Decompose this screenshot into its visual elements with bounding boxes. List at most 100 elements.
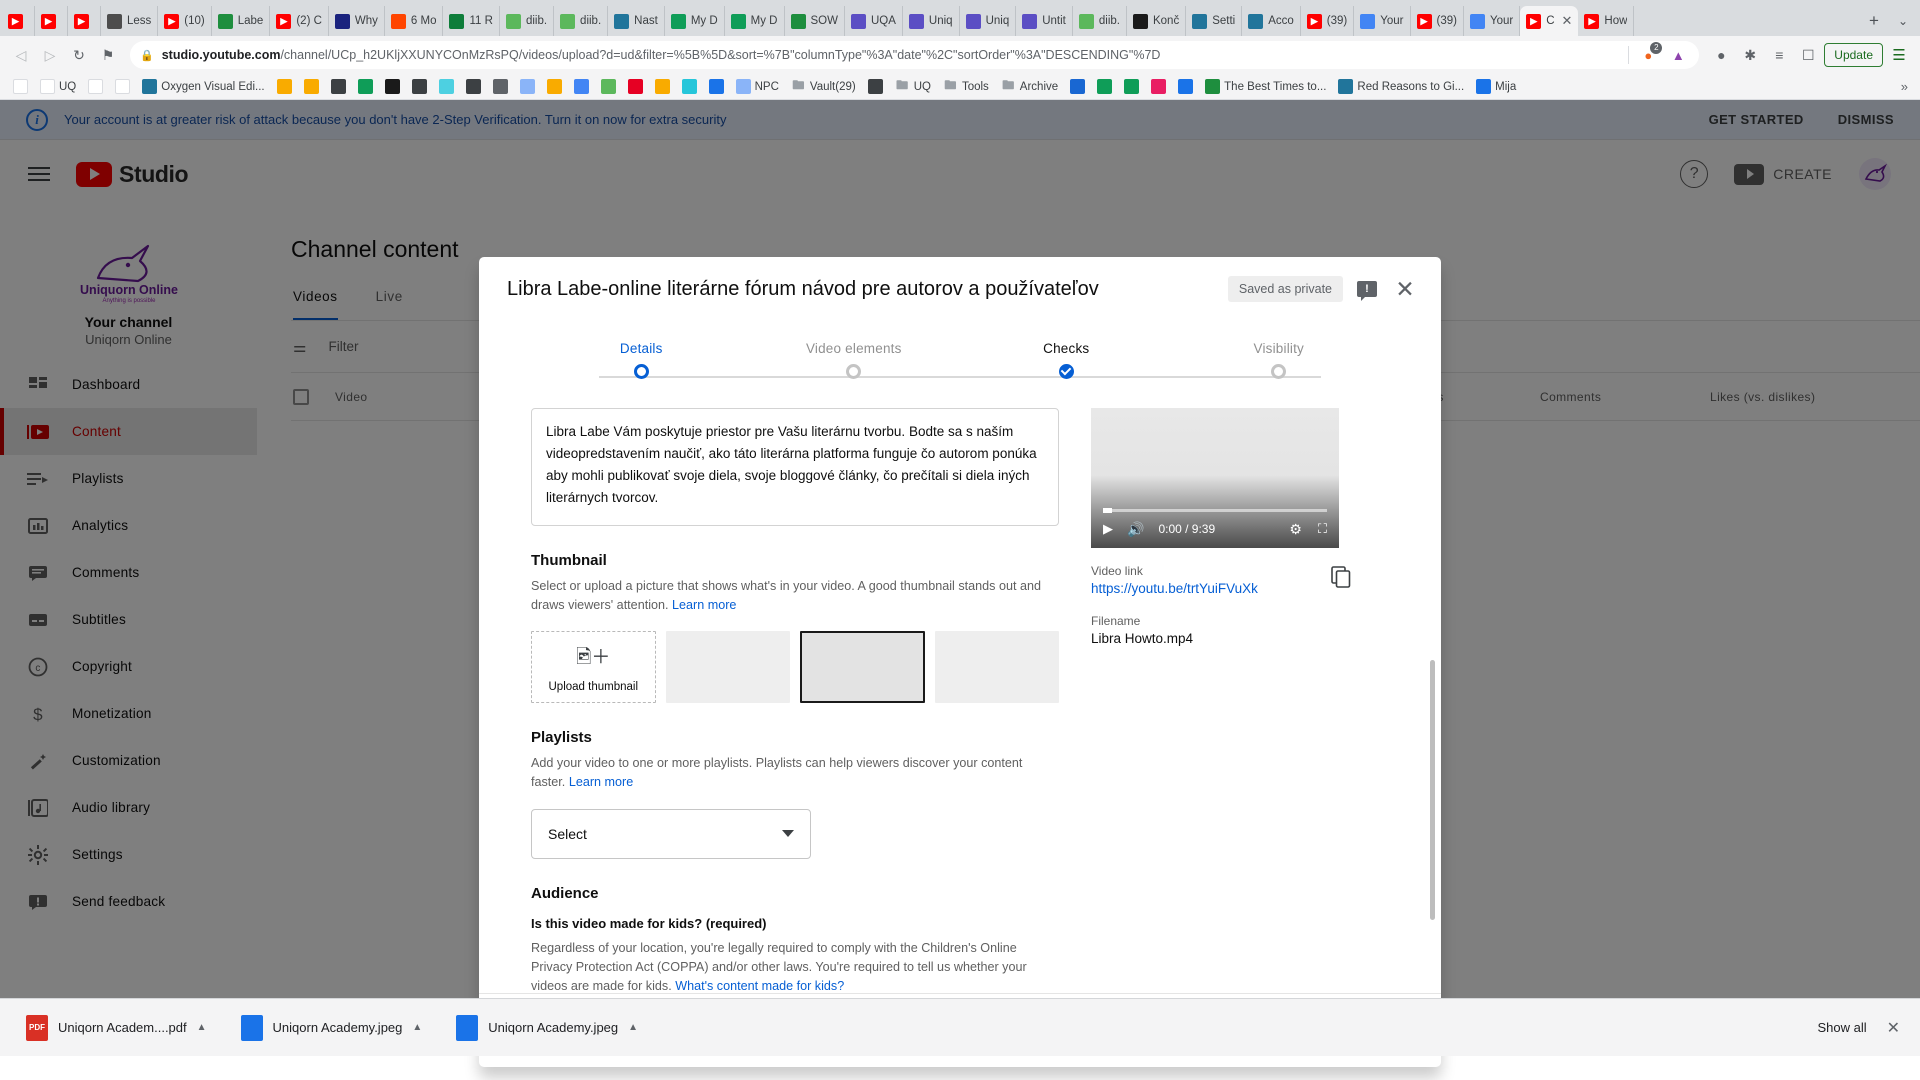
close-icon[interactable]: ✕ (1391, 276, 1419, 303)
chevron-up-icon[interactable]: ▲ (628, 1022, 638, 1033)
description-field[interactable]: Libra Labe Vám poskytuje priestor pre Va… (531, 408, 1059, 526)
new-tab-button[interactable]: + (1860, 6, 1888, 36)
bookmark-item[interactable] (299, 77, 324, 96)
bookmark-item[interactable] (272, 77, 297, 96)
bookmark-item[interactable] (677, 77, 702, 96)
chevron-up-icon[interactable]: ▲ (197, 1022, 207, 1033)
step-dot-video-elements[interactable] (846, 364, 862, 379)
bookmark-item[interactable] (863, 77, 888, 96)
feedback-icon[interactable]: ! (1357, 281, 1377, 301)
bookmark-item[interactable]: UQ (35, 77, 81, 96)
bookmark-item[interactable] (8, 77, 33, 96)
step-label-visibility[interactable]: Visibility (1173, 341, 1386, 356)
tab-list-button[interactable]: ⌄ (1888, 6, 1918, 36)
bookmark-item[interactable]: Oxygen Visual Edi... (137, 77, 269, 96)
forward-button[interactable]: ▷ (37, 42, 63, 68)
thumbnail-option-2[interactable] (799, 631, 925, 704)
extensions-icon[interactable]: ✱ (1737, 42, 1763, 68)
bookmark-item[interactable] (596, 77, 621, 96)
show-all-downloads-button[interactable]: Show all (1817, 1020, 1876, 1035)
step-label-details[interactable]: Details (535, 341, 748, 356)
browser-tab[interactable]: ▶ C ✕ (1520, 6, 1579, 36)
download-item[interactable]: Uniqorn Academy.jpeg ▲ (228, 1007, 435, 1048)
browser-tab[interactable]: ▶ (68, 6, 101, 36)
reload-button[interactable]: ↻ (66, 42, 92, 68)
bookmark-item[interactable] (1119, 77, 1144, 96)
browser-tab[interactable]: Your (1354, 6, 1411, 36)
brave-shield-icon[interactable]: ● 2 (1637, 42, 1663, 66)
bookmark-item[interactable] (542, 77, 567, 96)
bookmark-item[interactable]: 🖿 Vault(29) (786, 77, 861, 96)
browser-tab[interactable]: My D (665, 6, 725, 36)
step-label-video-elements[interactable]: Video elements (748, 341, 961, 356)
browser-tab[interactable]: UQA (845, 6, 903, 36)
step-label-checks[interactable]: Checks (960, 341, 1173, 356)
thumbnail-learn-more-link[interactable]: Learn more (672, 598, 736, 612)
bookmark-item[interactable] (1065, 77, 1090, 96)
browser-tab[interactable]: My D (725, 6, 785, 36)
browser-tab[interactable]: ▶ (2) C (270, 6, 329, 36)
bookmark-item[interactable]: 🖿 Archive (996, 77, 1063, 96)
bookmark-item[interactable] (326, 77, 351, 96)
browser-tab[interactable]: Uniq (960, 6, 1017, 36)
browser-tab[interactable]: ▶ (35, 6, 68, 36)
bookmark-item[interactable]: 🖿 Tools (938, 77, 994, 96)
update-button[interactable]: Update (1824, 43, 1883, 67)
back-button[interactable]: ◁ (8, 42, 34, 68)
browser-tab[interactable]: diib. (500, 6, 555, 36)
bookmark-item[interactable]: The Best Times to... (1200, 77, 1331, 96)
close-downloads-icon[interactable]: ✕ (1887, 1018, 1906, 1038)
thumbnail-option-3[interactable] (934, 631, 1059, 704)
browser-tab[interactable]: Setti (1186, 6, 1243, 36)
bookmark-item[interactable] (569, 77, 594, 96)
step-dot-visibility[interactable] (1271, 364, 1287, 379)
thumbnail-option-1[interactable] (665, 631, 790, 704)
chevron-up-icon[interactable]: ▲ (412, 1022, 422, 1033)
playlists-learn-more-link[interactable]: Learn more (569, 775, 633, 789)
bookmark-item[interactable]: NPC (731, 77, 784, 96)
browser-tab[interactable]: diib. (554, 6, 609, 36)
browser-tab[interactable]: Uniq (903, 6, 960, 36)
bookmark-item[interactable] (434, 77, 459, 96)
upload-thumbnail-button[interactable]: 🖻＋ Upload thumbnail (531, 631, 656, 704)
browser-tab[interactable]: Untit (1016, 6, 1073, 36)
playlist-select[interactable]: Select (531, 808, 811, 859)
bookmark-item[interactable] (623, 77, 648, 96)
bookmark-item[interactable] (83, 77, 108, 96)
gear-icon[interactable]: ⚙ (1289, 521, 1302, 538)
browser-tab[interactable]: ▶ (39) (1411, 6, 1464, 36)
dialog-scroll-thumb[interactable] (1430, 660, 1435, 920)
wallet-icon[interactable]: ☐ (1795, 42, 1821, 68)
bookmark-item[interactable] (407, 77, 432, 96)
camera-icon[interactable]: ● (1708, 42, 1734, 68)
copy-icon[interactable] (1331, 566, 1351, 593)
bookmark-item[interactable] (1146, 77, 1171, 96)
step-dot-checks[interactable] (1058, 364, 1074, 379)
bookmarks-overflow-button[interactable]: » (1901, 79, 1912, 94)
download-item[interactable]: Uniqorn Academy.jpeg ▲ (444, 1007, 651, 1048)
browser-menu-icon[interactable]: ☰ (1886, 42, 1912, 68)
browser-tab[interactable]: Nast (608, 6, 665, 36)
bookmark-item[interactable] (650, 77, 675, 96)
browser-tab[interactable]: Labe (212, 6, 271, 36)
video-progress-bar[interactable] (1103, 508, 1327, 513)
browser-tab[interactable]: Acco (1242, 6, 1301, 36)
bookmark-item[interactable]: Red Reasons to Gi... (1333, 77, 1469, 96)
audience-link[interactable]: What's content made for kids? (675, 979, 844, 993)
browser-tab[interactable]: diib. (1073, 6, 1127, 36)
bookmark-item[interactable] (515, 77, 540, 96)
browser-tab[interactable]: ▶ (39) (1301, 6, 1355, 36)
browser-tab[interactable]: Less (101, 6, 159, 36)
browser-tab[interactable]: Why (329, 6, 385, 36)
bookmark-item[interactable] (380, 77, 405, 96)
bookmark-item[interactable] (704, 77, 729, 96)
address-bar[interactable]: 🔒 studio.youtube.com/channel/UCp_h2UKljX… (130, 41, 1700, 69)
step-dot-details[interactable] (633, 364, 649, 379)
playlist-icon[interactable]: ≡ (1766, 42, 1792, 68)
play-icon[interactable]: ▶ (1103, 521, 1113, 537)
browser-tab[interactable]: ▶ How (1578, 6, 1635, 36)
browser-tab[interactable]: 6 Mo (385, 6, 444, 36)
bookmark-item[interactable] (353, 77, 378, 96)
bookmark-item[interactable] (488, 77, 513, 96)
volume-icon[interactable]: 🔊 (1127, 521, 1144, 538)
